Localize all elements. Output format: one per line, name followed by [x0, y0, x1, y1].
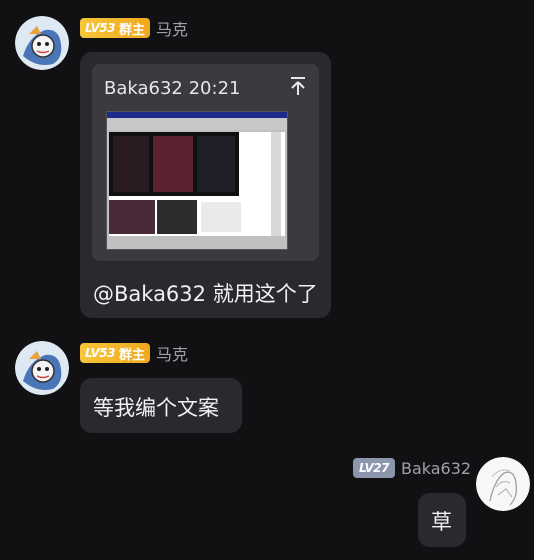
avatar-marke[interactable]: [15, 16, 69, 70]
level-badge: LV53 群主: [80, 343, 150, 363]
message-bubble[interactable]: 草: [418, 493, 466, 547]
pin-icon[interactable]: [289, 76, 307, 96]
avatar-marke[interactable]: [15, 341, 69, 395]
message-bubble[interactable]: 等我编个文案: [80, 378, 242, 433]
level-badge: LV53 群主: [80, 18, 150, 38]
sender-name[interactable]: 马克: [156, 16, 188, 40]
sender-name[interactable]: 马克: [156, 341, 188, 365]
sender-meta: LV53 群主 马克: [80, 17, 188, 39]
sender-meta: LV53 群主 马克: [80, 342, 188, 364]
message-bubble[interactable]: Baka632 20:21 @Baka632 就用这个了: [80, 52, 331, 318]
sender-name[interactable]: Baka632: [401, 459, 471, 478]
sender-meta: LV27 Baka632: [353, 457, 471, 479]
avatar-baka632[interactable]: [476, 457, 530, 511]
message-text: 等我编个文案: [93, 396, 219, 420]
message-text: 草: [431, 510, 452, 534]
level-badge: LV27: [353, 458, 395, 478]
message-text: @Baka632 就用这个了: [93, 282, 318, 306]
quote-card[interactable]: Baka632 20:21: [92, 64, 319, 261]
screenshot-image[interactable]: [106, 111, 288, 250]
quote-header: Baka632 20:21: [104, 78, 241, 99]
